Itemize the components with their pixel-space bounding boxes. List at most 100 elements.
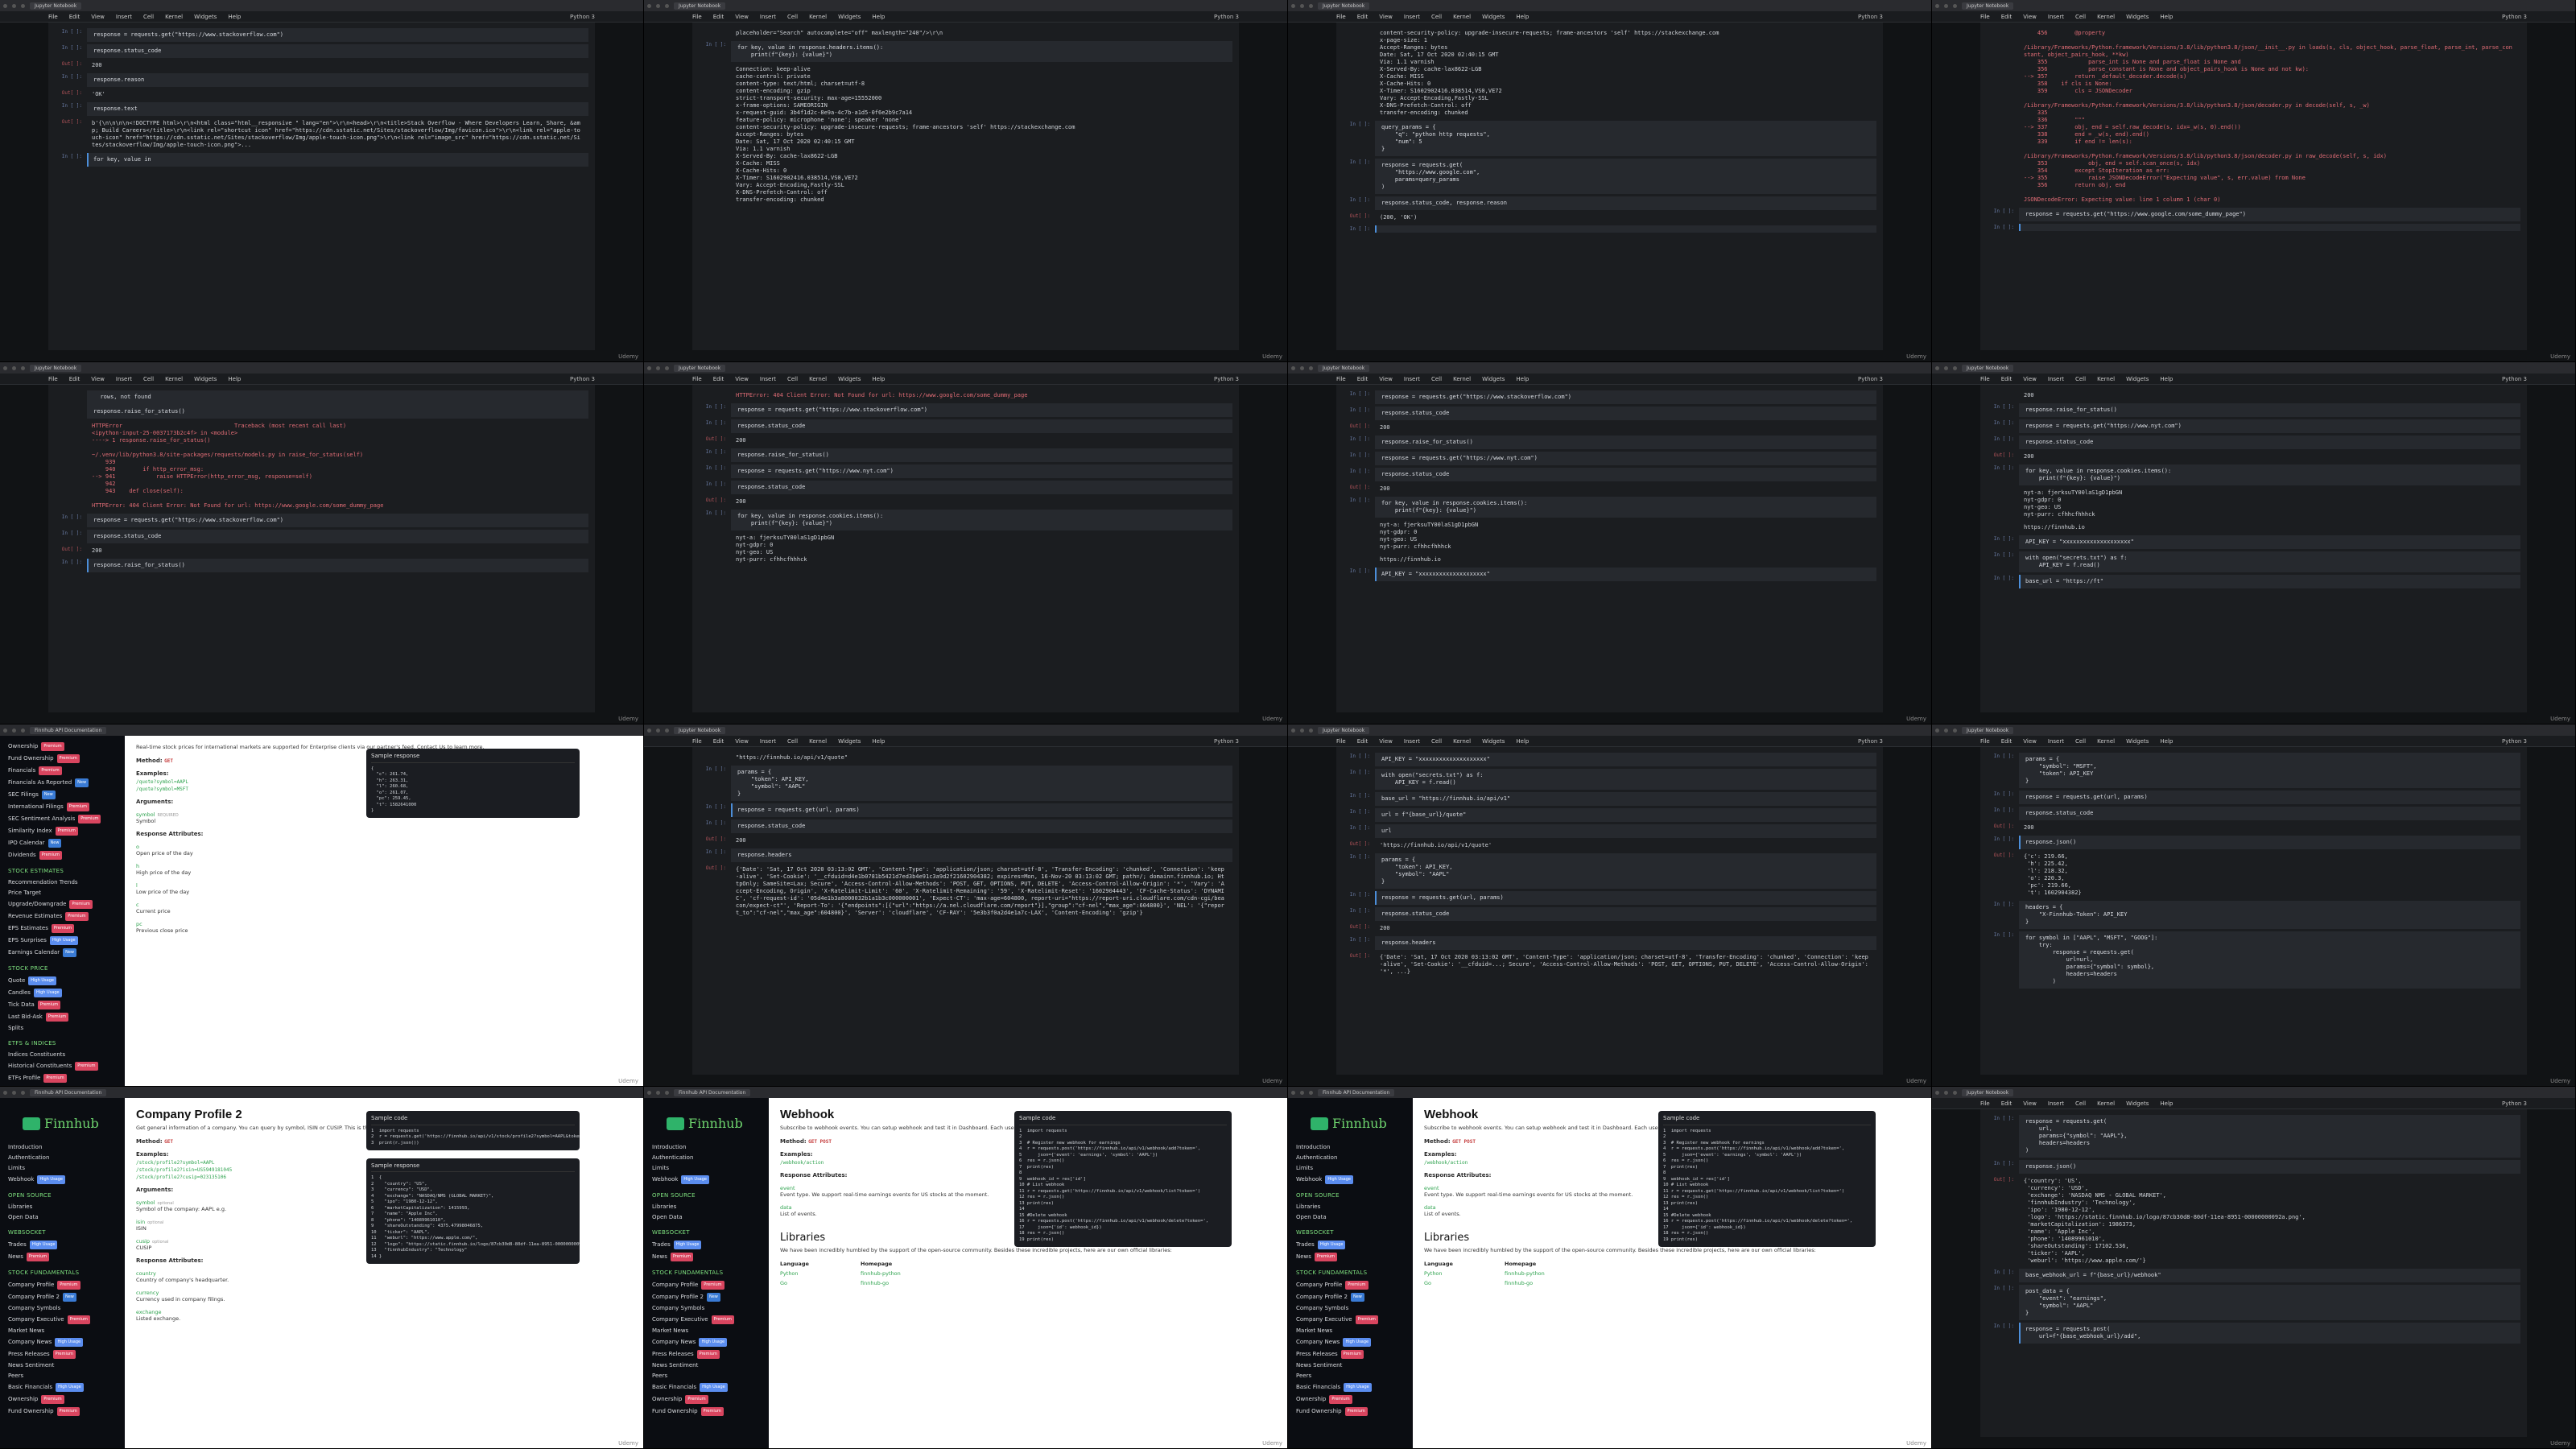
notebook-cell[interactable]: In [ ]: response = requests.get("https://… [699, 403, 1232, 417]
notebook-cell[interactable]: Out[ ]: 200 [1987, 452, 2520, 462]
browser-tab[interactable]: Finnhub API Documentation [674, 1088, 751, 1096]
notebook-cell[interactable]: In [ ]: url [1343, 824, 1876, 838]
window-zoom-icon[interactable] [665, 728, 669, 733]
sidebar-item[interactable]: Introduction [652, 1142, 761, 1153]
notebook-cell[interactable]: In [ ]: response.status_code [1987, 436, 2520, 449]
menu-item-kernel[interactable]: Kernel [809, 738, 827, 745]
menu-item-widgets[interactable]: Widgets [1482, 376, 1505, 382]
notebook-cell[interactable]: Out[ ]: 200 [1343, 423, 1876, 433]
notebook-cell[interactable]: Out[ ]: (200, 'OK') [1343, 213, 1876, 223]
cell-input[interactable]: API_KEY = "xxxxxxxxxxxxxxxxxxxx" [1375, 568, 1876, 581]
sidebar-item[interactable]: Peers [1296, 1371, 1405, 1381]
menu-item-kernel[interactable]: Kernel [2097, 738, 2115, 745]
notebook-cell[interactable]: Out[ ]: 200 [699, 836, 1232, 846]
sidebar-item[interactable]: EPS Estimates Premium [8, 923, 117, 935]
menu-item-kernel[interactable]: Kernel [2097, 1100, 2115, 1107]
menu-item-insert[interactable]: Insert [2048, 14, 2064, 20]
browser-tab[interactable]: Jupyter Notebook [30, 2, 82, 10]
cell-input[interactable]: response.headers [1375, 936, 1876, 950]
sidebar-item[interactable]: Limits [1296, 1163, 1405, 1174]
menu-item-file[interactable]: File [1980, 1100, 1990, 1107]
sidebar-item[interactable]: Trades High Usage [652, 1239, 761, 1251]
menu-item-cell[interactable]: Cell [2075, 14, 2086, 20]
notebook-cell[interactable]: Out[ ]: 200 [1343, 923, 1876, 934]
menu-item-file[interactable]: File [1980, 14, 1990, 20]
cell-input[interactable]: with open("secrets.txt") as f: API_KEY =… [1375, 769, 1876, 790]
notebook-cell[interactable]: In [ ]: response = requests.get("https://… [1343, 390, 1876, 404]
menu-item-view[interactable]: View [1379, 738, 1393, 745]
notebook-cell[interactable]: In [ ]: response.headers [699, 848, 1232, 862]
window-zoom-icon[interactable] [1309, 365, 1313, 370]
cell-input[interactable]: url [1375, 824, 1876, 838]
sidebar-item[interactable]: Fund Ownership Premium [8, 753, 117, 765]
library-language[interactable]: Go [780, 1280, 828, 1286]
sidebar-item[interactable]: Market News [652, 1326, 761, 1336]
browser-tab[interactable]: Jupyter Notebook [674, 364, 726, 372]
notebook-cell[interactable]: In [ ]: response = requests.get("https://… [1987, 419, 2520, 433]
menu-item-edit[interactable]: Edit [2001, 738, 2013, 745]
menu-item-insert[interactable]: Insert [1404, 14, 1420, 20]
menu-item-insert[interactable]: Insert [1404, 376, 1420, 382]
sidebar-item[interactable]: Fund Ownership Premium [1296, 1406, 1405, 1418]
library-homepage-link[interactable]: finnhub-go [861, 1280, 889, 1286]
menu-item-edit[interactable]: Edit [1357, 376, 1368, 382]
sidebar-item[interactable]: Limits [652, 1163, 761, 1174]
sidebar-item[interactable]: Basic Financials High Usage [1296, 1381, 1405, 1393]
menu-item-insert[interactable]: Insert [760, 738, 776, 745]
cell-input[interactable]: response.json() [2019, 836, 2520, 849]
window-minimize-icon[interactable] [656, 728, 660, 733]
menu-item-cell[interactable]: Cell [2075, 738, 2086, 745]
menu-item-cell[interactable]: Cell [787, 14, 798, 20]
notebook-cell[interactable]: In [ ]: response = requests.get("https://… [1987, 208, 2520, 221]
notebook-cell[interactable]: In [ ]: response.status_code [699, 419, 1232, 433]
cell-input[interactable]: response.status_code [2019, 807, 2520, 820]
menu-item-insert[interactable]: Insert [760, 376, 776, 382]
window-minimize-icon[interactable] [1944, 3, 1948, 8]
notebook-cell[interactable]: In [ ]: response.json() [1987, 836, 2520, 849]
sidebar-item[interactable]: Last Bid-Ask Premium [8, 1011, 117, 1023]
cell-input[interactable]: for symbol in ["AAPL", "MSFT", "GOOG"]: … [2019, 931, 2520, 989]
cell-input[interactable]: for key, value in response.cookies.items… [1375, 497, 1876, 518]
notebook-cell[interactable]: In [ ]: with open("secrets.txt") as f: AP… [1343, 769, 1876, 790]
browser-tab[interactable]: Jupyter Notebook [1962, 2, 2014, 10]
library-homepage-link[interactable]: finnhub-go [1505, 1280, 1533, 1286]
cell-input[interactable]: response = requests.get("https://www.sta… [87, 28, 588, 42]
notebook-cell[interactable]: HTTPError: 404 Client Error: Not Found f… [699, 390, 1232, 401]
sidebar-item[interactable]: IPO Calendar New [8, 837, 117, 849]
notebook-cell[interactable]: In [ ]: response.status_code [55, 44, 588, 58]
notebook-cell[interactable]: In [ ]: for key, value in response.cookie… [1987, 464, 2520, 485]
window-minimize-icon[interactable] [1300, 1090, 1304, 1095]
sidebar-item[interactable]: SEC Sentiment Analysis Premium [8, 813, 117, 825]
menu-item-widgets[interactable]: Widgets [2126, 376, 2149, 382]
cell-input[interactable]: for key, value in response.headers.items… [731, 41, 1232, 62]
sidebar-item[interactable]: News Sentiment [1296, 1360, 1405, 1371]
notebook-cell[interactable]: In [ ]: for symbol in ["AAPL", "MSFT", "G… [1987, 931, 2520, 989]
notebook-cell[interactable]: rows, not found response.raise_for_statu… [55, 390, 588, 419]
notebook-cell[interactable]: nyt-a: fjerksuTY00laS1gD1pbGN nyt-gdpr: … [1987, 488, 2520, 520]
notebook-cell[interactable]: In [ ]: response.status_code [1343, 407, 1876, 420]
menu-item-widgets[interactable]: Widgets [838, 738, 861, 745]
menu-item-edit[interactable]: Edit [713, 738, 724, 745]
kernel-indicator[interactable]: Python 3 [1858, 738, 1883, 745]
window-close-icon[interactable] [1935, 365, 1939, 370]
notebook-cell[interactable]: Out[ ]: b'{\n\n\n\n<!DOCTYPE html>\r\n<ht… [55, 118, 588, 151]
sidebar-item[interactable]: Indices Constituents [8, 1050, 117, 1060]
sidebar-item[interactable]: Ownership Premium [1296, 1393, 1405, 1406]
browser-tab[interactable]: Jupyter Notebook [1962, 1088, 2014, 1096]
menu-item-view[interactable]: View [2023, 14, 2037, 20]
menu-item-file[interactable]: File [692, 376, 702, 382]
notebook-cell[interactable]: In [ ]: base_url = "https://ft" [1987, 575, 2520, 588]
notebook-cell[interactable]: In [ ]: response = requests.get("https://… [1343, 452, 1876, 465]
sidebar-item[interactable]: Introduction [8, 1142, 117, 1153]
sidebar-item[interactable]: Webhook High Usage [652, 1174, 761, 1186]
cell-input[interactable]: response = requests.post( url=f"{base_we… [2019, 1323, 2520, 1344]
notebook-cell[interactable]: In [ ]: response.headers [1343, 936, 1876, 950]
sidebar-item[interactable]: Peers [8, 1371, 117, 1381]
sidebar-item[interactable]: Ownership Premium [8, 741, 117, 753]
sidebar-item[interactable]: ETFs HoldingsPremium [8, 1084, 117, 1086]
sidebar-item[interactable]: Dividends Premium [8, 849, 117, 861]
menu-item-help[interactable]: Help [872, 738, 885, 745]
menu-item-insert[interactable]: Insert [1404, 738, 1420, 745]
library-language[interactable]: Python [1424, 1270, 1472, 1277]
notebook-cell[interactable]: In [ ]: response.raise_for_status() [1343, 436, 1876, 449]
